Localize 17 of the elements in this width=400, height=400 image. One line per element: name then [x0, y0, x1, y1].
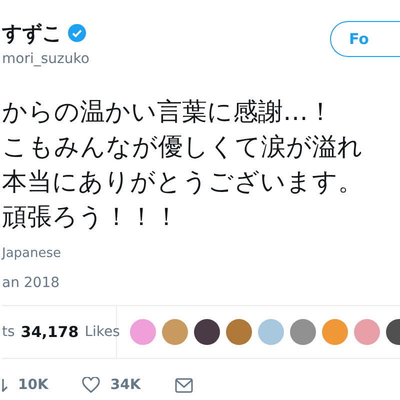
liker-avatar[interactable]	[194, 319, 220, 345]
likes-label[interactable]: Likes	[84, 324, 120, 340]
tweet-date: an 2018	[2, 275, 60, 291]
translate-link[interactable]: Japanese	[2, 246, 62, 261]
tweet-text-line: 本当にありがとうございます。	[2, 166, 364, 198]
heart-icon[interactable]	[82, 377, 100, 393]
tweet-text-line: からの温かい言葉に感謝…！	[2, 96, 334, 128]
retweets-label[interactable]: ts	[2, 324, 15, 340]
tweet-text-line: 頑張ろう！！！	[2, 201, 180, 233]
user-handle[interactable]: mori_suzuko	[2, 50, 90, 66]
likes-count[interactable]: 34,178	[20, 323, 79, 341]
action-count: 10K	[18, 377, 48, 393]
mail-icon[interactable]	[174, 378, 193, 392]
follow-button[interactable]: Fo	[330, 21, 400, 57]
display-name[interactable]: すずこ	[2, 20, 62, 46]
action-count: 34K	[110, 377, 141, 393]
tweet-text-line: こもみんなが優しくて涙が溢れ	[2, 131, 364, 163]
